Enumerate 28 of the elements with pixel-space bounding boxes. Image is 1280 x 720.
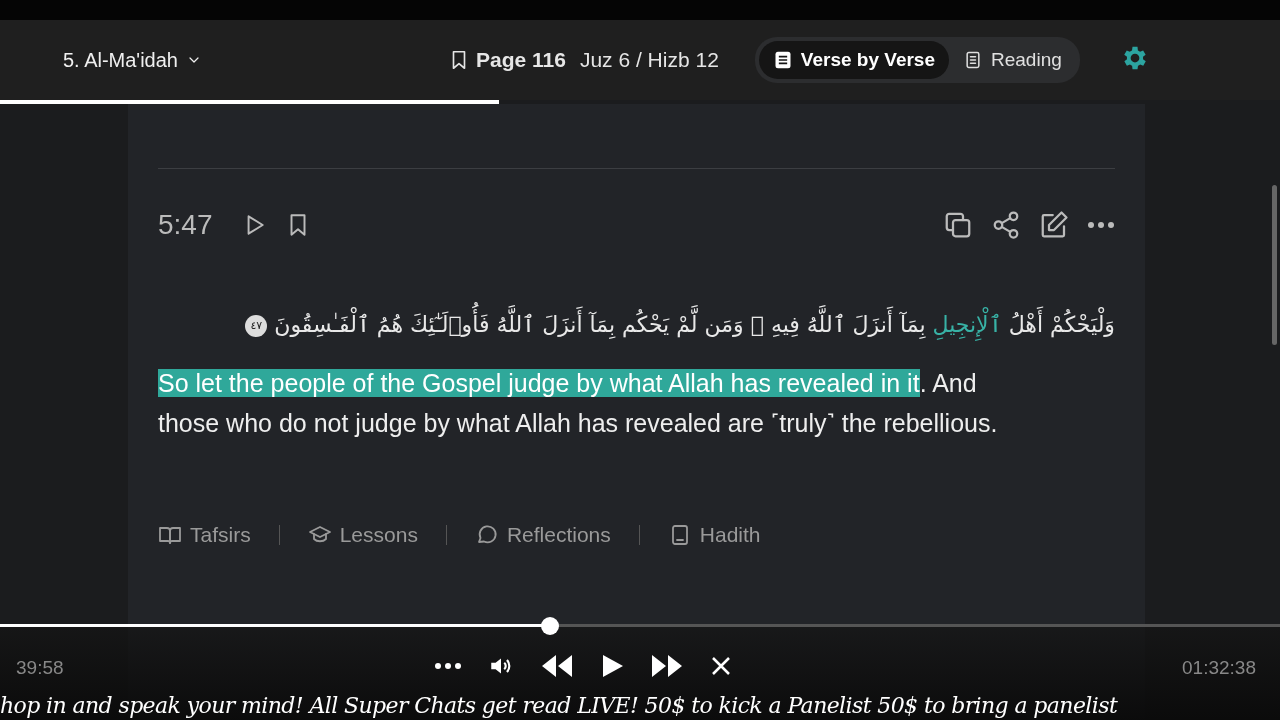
- arabic-verse: وَلْيَحْكُمْ أَهْلُ ٱلْإِنجِيلِ بِمَآ أَنزَلَ ٱللَّهُ فِيهِ ۚ وَمَن لَّمْ يَحْكُم بِمَآ أَنزَلَ ٱللَّهُ فَأُو۟لَـٰٓئِكَ هُمُ ٱلْفَـٰسِقُونَ ٤٧: [158, 297, 1115, 354]
- verse-key: 5:47: [158, 209, 213, 241]
- play-icon[interactable]: [600, 653, 624, 679]
- verse-tab[interactable]: Hadith: [667, 523, 761, 548]
- page-number: Page 116: [476, 48, 566, 72]
- verse-tab[interactable]: Tafsirs: [158, 523, 251, 548]
- ticker-text: hop in and speak your mind! All Super Chats get read LIVE! 50$ to kick a Panelist 50$ to bring a panelist: [0, 693, 1118, 718]
- copy-icon: [943, 210, 973, 240]
- juz-hizb-label: Juz 6 / Hizb 12: [579, 48, 719, 72]
- more-icon[interactable]: [1087, 221, 1115, 229]
- scrollbar[interactable]: [1272, 185, 1277, 345]
- rewind-icon[interactable]: [540, 653, 574, 679]
- fast-forward-icon[interactable]: [650, 653, 684, 679]
- verse-number-badge: ٤٧: [245, 315, 268, 337]
- seek-bar[interactable]: [0, 617, 1280, 635]
- more-icon[interactable]: [434, 662, 462, 670]
- verse-translation: So let the people of the Gospel judge by what Allah has revealed in it. And those who do not judge by what Allah has revealed are ˹truly˺ the rebellious.: [158, 368, 998, 440]
- view-mode-tab[interactable]: Verse by Verse: [758, 41, 949, 79]
- document-icon: [963, 50, 983, 70]
- verse-tab[interactable]: Reflections: [474, 523, 611, 548]
- view-mode-tab[interactable]: Reading: [949, 41, 1076, 79]
- elapsed-time: 39:58: [16, 657, 64, 679]
- total-time: 01:32:38: [1182, 657, 1256, 679]
- share-icon: [991, 210, 1021, 240]
- verse-tab[interactable]: Lessons: [307, 523, 418, 548]
- edit-icon: [1039, 210, 1069, 240]
- surah-selector[interactable]: 5. Al-Ma'idah: [57, 47, 208, 73]
- close-icon[interactable]: [710, 655, 732, 677]
